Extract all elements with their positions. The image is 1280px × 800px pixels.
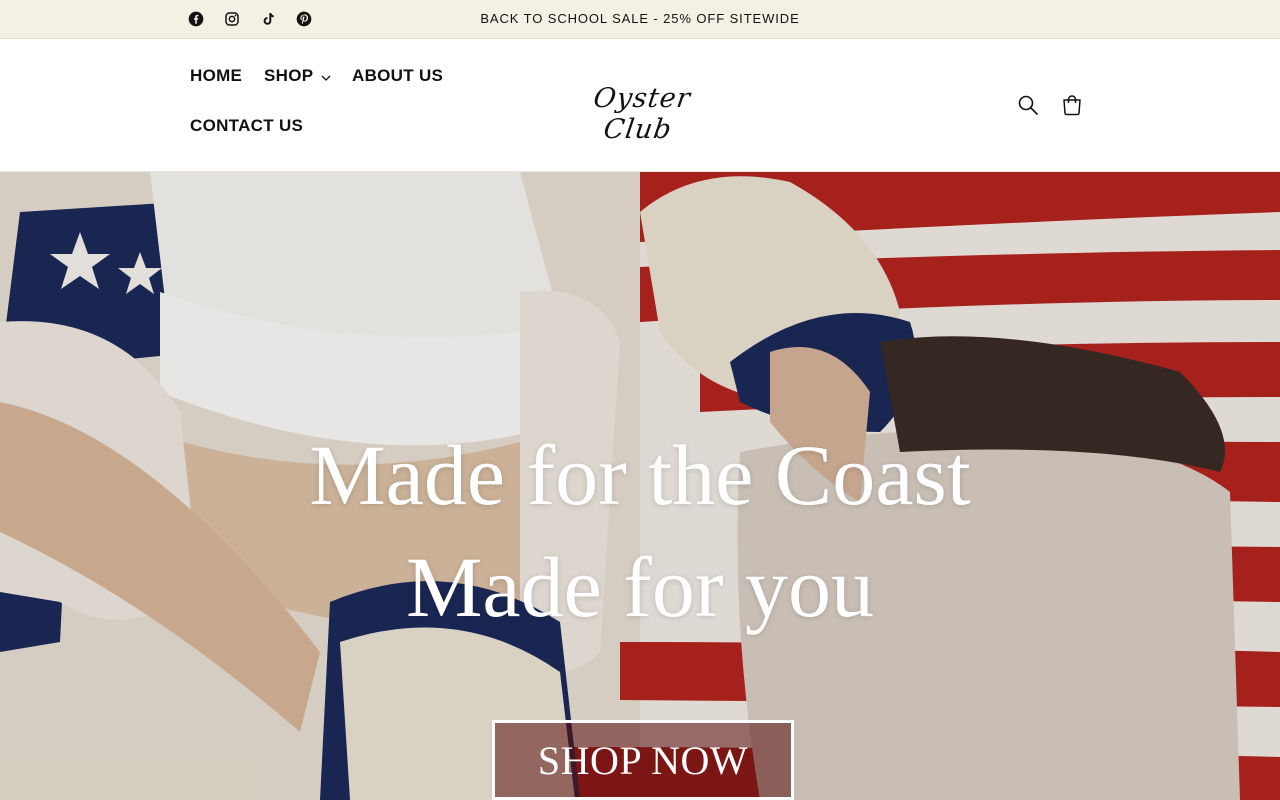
search-icon[interactable] [1015, 92, 1041, 118]
announcement-bar: BACK TO SCHOOL SALE - 25% OFF SITEWIDE [0, 0, 1280, 39]
nav-contact-us[interactable]: CONTACT US [190, 116, 303, 136]
site-logo[interactable]: Oyster Club [564, 81, 716, 145]
hero-title-line-2: Made for you [405, 539, 875, 635]
cart-icon[interactable] [1059, 92, 1085, 118]
logo-text: Oyster Club [591, 83, 693, 145]
hero-banner: Made for the Coast Made for you SHOP NOW [0, 172, 1280, 800]
site-header: HOME SHOP ABOUT US CONTACT US Oyster Clu… [0, 39, 1280, 172]
shop-now-button[interactable]: SHOP NOW [492, 720, 794, 800]
chevron-down-icon[interactable] [320, 72, 332, 84]
announcement-text: BACK TO SCHOOL SALE - 25% OFF SITEWIDE [480, 11, 800, 26]
hero-title-line-1: Made for the Coast [309, 427, 971, 523]
nav-shop[interactable]: SHOP [264, 66, 313, 86]
nav-home[interactable]: HOME [190, 66, 242, 86]
nav-about-us[interactable]: ABOUT US [352, 66, 443, 86]
